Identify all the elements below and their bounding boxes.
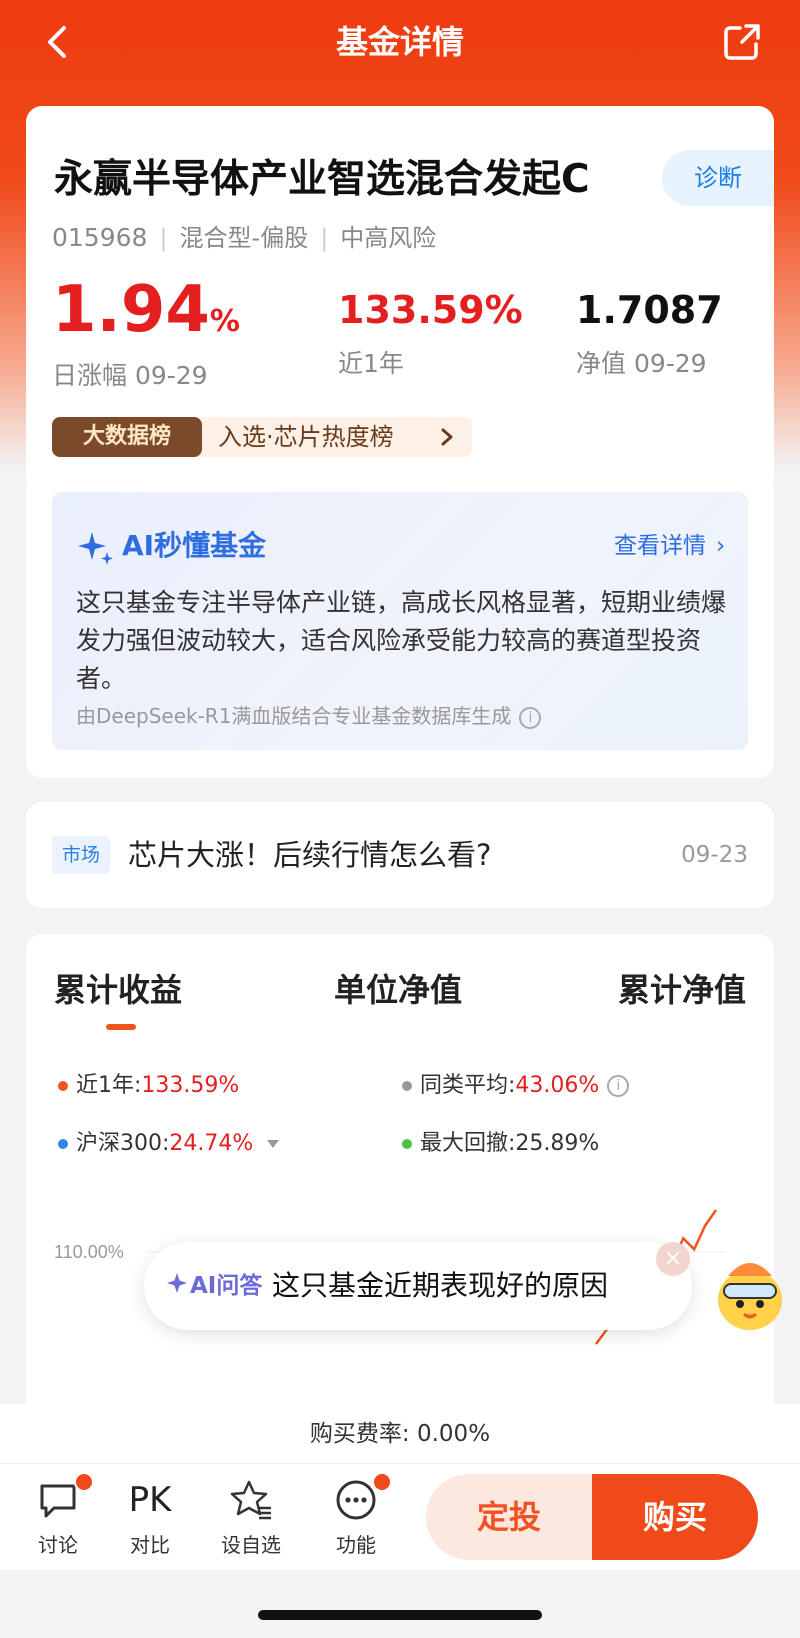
y-tick-label: 110.00% — [54, 1242, 124, 1262]
daily-change-value: 1.94 — [52, 273, 210, 347]
divider: | — [159, 224, 168, 252]
daily-change-label: 日涨幅 09-29 — [52, 361, 208, 390]
news-title: 芯片大涨！后续行情怎么看? — [128, 838, 492, 872]
year-return-value: 133.59% — [338, 288, 523, 332]
chevron-right-icon: › — [716, 533, 726, 559]
nav-label: 净值 09-29 — [576, 349, 707, 378]
daily-change-stat: 1.94% 日涨幅 09-29 — [52, 274, 240, 394]
ranking-badge[interactable]: 大数据榜 入选·芯片热度榜 — [52, 417, 472, 457]
ai-summary-text: 这只基金专注半导体产业链，高成长风格显著，短期业绩爆发力强但波动较大，适合风险承… — [76, 588, 727, 693]
ranking-text: 入选·芯片热度榜 — [218, 423, 394, 451]
legend-dot — [58, 1139, 68, 1149]
active-tab-indicator — [106, 1024, 136, 1030]
view-details-label: 查看详情 — [614, 533, 706, 559]
more-dots-icon — [334, 1472, 392, 1522]
legend-label: 近1年: — [76, 1073, 142, 1098]
legend-dot — [402, 1139, 412, 1149]
legend-value: 24.74% — [169, 1131, 254, 1156]
news-date: 09-23 — [681, 842, 748, 868]
diagnose-button[interactable]: 诊断 — [662, 150, 774, 206]
pk-icon: PK — [128, 1480, 172, 1520]
buy-button[interactable]: 购买 — [592, 1474, 758, 1560]
ai-qa-question: 这只基金近期表现好的原因 — [272, 1269, 609, 1302]
home-indicator-area — [0, 1570, 800, 1638]
functions-button[interactable]: 功能 — [316, 1472, 396, 1560]
purchase-fee-bar: 购买费率: 0.00% — [0, 1404, 800, 1464]
fund-code: 015968 — [52, 223, 148, 252]
close-icon[interactable]: × — [656, 1242, 690, 1276]
ai-qa-tag: AI问答 — [190, 1273, 263, 1299]
mascot-icon[interactable] — [708, 1246, 792, 1336]
tab-cumulative-return[interactable]: 累计收益 — [54, 968, 182, 1012]
functions-label: 功能 — [336, 1533, 376, 1557]
ai-summary-card: AI秒懂基金 查看详情 › 这只基金专注半导体产业链，高成长风格显著，短期业绩爆发… — [26, 484, 774, 778]
ai-qa-bubble[interactable]: AI问答 这只基金近期表现好的原因 — [144, 1242, 692, 1330]
legend-value: 133.59% — [141, 1073, 240, 1098]
ai-summary-panel[interactable]: AI秒懂基金 查看详情 › 这只基金专注半导体产业链，高成长风格显著，短期业绩爆发… — [52, 492, 748, 750]
fund-name: 永赢半导体产业智选混合发起C — [54, 157, 590, 202]
fund-overview-card: 永赢半导体产业智选混合发起C 诊断 015968 | 混合型-偏股 | 中高风险 1.9… — [26, 106, 774, 492]
legend-label: 沪深300: — [76, 1131, 170, 1156]
caret-down-icon — [267, 1140, 280, 1148]
legend-label: 同类平均: — [420, 1073, 516, 1098]
legend-label: 最大回撤: — [420, 1131, 516, 1156]
fund-risk: 中高风险 — [340, 224, 437, 252]
tab-cumulative-nav[interactable]: 累计净值 — [618, 968, 746, 1012]
nav-bar: 基金详情 — [0, 0, 800, 88]
compare-label: 对比 — [130, 1533, 170, 1557]
home-indicator — [258, 1610, 542, 1620]
notification-dot — [372, 1472, 392, 1492]
ai-summary-title: AI秒懂基金 — [122, 529, 267, 562]
tab-unit-nav[interactable]: 单位净值 — [334, 968, 462, 1012]
divider: | — [320, 224, 329, 252]
legend-dot — [402, 1081, 412, 1091]
nav-stat: 1.7087 净值 09-29 — [576, 274, 723, 382]
legend-value: 43.06% — [515, 1073, 600, 1098]
fund-type: 混合型-偏股 — [179, 224, 309, 252]
legend-dot — [58, 1081, 68, 1091]
legend-peer-average: 同类平均:43.06% i — [402, 1070, 630, 1102]
ai-source-text: 由DeepSeek-R1满血版结合专业基金数据库生成 — [76, 704, 512, 728]
nav-value: 1.7087 — [576, 288, 723, 332]
notification-dot — [74, 1472, 94, 1492]
year-return-label: 近1年 — [338, 349, 404, 378]
discuss-button[interactable]: 讨论 — [18, 1472, 98, 1560]
performance-card: 累计收益 单位净值 累计净值 近1年:133.59% 同类平均:43.06% i … — [26, 934, 774, 1474]
star-list-icon — [229, 1478, 273, 1522]
chevron-right-icon — [441, 428, 453, 446]
add-watchlist-button[interactable]: 设自选 — [211, 1478, 291, 1560]
info-icon[interactable]: i — [607, 1075, 630, 1097]
view-details-link[interactable]: 查看详情 › — [614, 530, 725, 562]
news-tag: 市场 — [52, 836, 110, 874]
discuss-label: 讨论 — [38, 1533, 78, 1557]
year-return-stat: 133.59% 近1年 — [338, 274, 523, 382]
daily-change-unit: % — [209, 304, 240, 339]
sparkle-icon — [167, 1273, 187, 1293]
compare-button[interactable]: PK 对比 — [110, 1478, 190, 1560]
ranking-tag: 大数据榜 — [52, 417, 202, 457]
legend-max-drawdown: 最大回撤:25.89% — [402, 1128, 599, 1160]
share-icon[interactable] — [720, 20, 764, 64]
legend-index[interactable]: 沪深300:24.74% — [58, 1128, 280, 1160]
chat-bubble-icon — [36, 1472, 94, 1522]
news-card[interactable]: 市场 芯片大涨！后续行情怎么看? 09-23 — [26, 802, 774, 908]
sip-button[interactable]: 定投 — [426, 1474, 592, 1560]
sparkle-icon — [78, 532, 113, 565]
watchlist-label: 设自选 — [221, 1533, 281, 1557]
info-icon[interactable]: i — [519, 706, 542, 729]
ai-source-note: 由DeepSeek-R1满血版结合专业基金数据库生成 i — [76, 702, 542, 730]
bottom-toolbar: 讨论 PK 对比 设自选 功能 定投 购买 — [0, 1464, 800, 1570]
fund-meta: 015968 | 混合型-偏股 | 中高风险 — [52, 222, 436, 254]
page-title: 基金详情 — [335, 23, 464, 61]
legend-fund: 近1年:133.59% — [58, 1070, 239, 1102]
legend-value: 25.89% — [515, 1131, 600, 1156]
